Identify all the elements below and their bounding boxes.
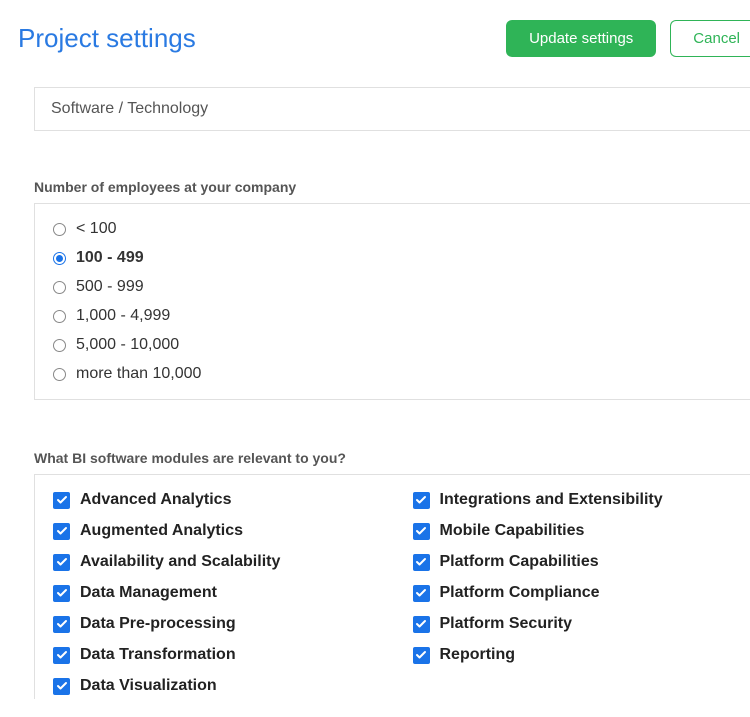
module-checkbox-item[interactable]: Availability and Scalability bbox=[53, 553, 373, 571]
checkbox-icon bbox=[53, 647, 70, 664]
checkbox-icon bbox=[413, 647, 430, 664]
checkbox-label: Platform Security bbox=[440, 615, 572, 633]
radio-icon bbox=[53, 252, 66, 265]
page-title: Project settings bbox=[18, 23, 196, 54]
checkbox-label: Reporting bbox=[440, 646, 516, 664]
checkbox-label: Data Transformation bbox=[80, 646, 236, 664]
employees-radio-option[interactable]: 1,000 - 4,999 bbox=[53, 307, 732, 325]
employees-radio-option[interactable]: < 100 bbox=[53, 220, 732, 238]
update-settings-button[interactable]: Update settings bbox=[506, 20, 656, 57]
employees-radio-option[interactable]: more than 10,000 bbox=[53, 365, 732, 383]
checkbox-icon bbox=[53, 492, 70, 509]
checkbox-icon bbox=[53, 585, 70, 602]
checkbox-icon bbox=[53, 523, 70, 540]
checkbox-label: Augmented Analytics bbox=[80, 522, 243, 540]
radio-icon bbox=[53, 223, 66, 236]
module-checkbox-item[interactable]: Data Transformation bbox=[53, 646, 373, 664]
radio-label: < 100 bbox=[76, 220, 116, 238]
checkbox-icon bbox=[53, 554, 70, 571]
module-checkbox-item[interactable]: Advanced Analytics bbox=[53, 491, 373, 509]
checkbox-label: Data Visualization bbox=[80, 677, 217, 695]
module-checkbox-item[interactable]: Mobile Capabilities bbox=[413, 522, 733, 540]
employees-radio-group: < 100 100 - 499 500 - 999 1,000 - 4,999 5,00… bbox=[53, 220, 732, 383]
checkbox-label: Platform Capabilities bbox=[440, 553, 599, 571]
checkbox-icon bbox=[413, 523, 430, 540]
radio-icon bbox=[53, 368, 66, 381]
module-checkbox-item[interactable]: Data Visualization bbox=[53, 677, 373, 695]
employees-radio-option[interactable]: 5,000 - 10,000 bbox=[53, 336, 732, 354]
checkbox-icon bbox=[413, 616, 430, 633]
checkbox-label: Integrations and Extensibility bbox=[440, 491, 663, 509]
module-checkbox-item[interactable]: Reporting bbox=[413, 646, 733, 664]
checkbox-label: Availability and Scalability bbox=[80, 553, 280, 571]
checkbox-icon bbox=[53, 616, 70, 633]
module-checkbox-item[interactable]: Data Management bbox=[53, 584, 373, 602]
radio-label: 5,000 - 10,000 bbox=[76, 336, 179, 354]
cancel-button[interactable]: Cancel bbox=[670, 20, 750, 57]
checkbox-label: Advanced Analytics bbox=[80, 491, 231, 509]
checkbox-icon bbox=[413, 554, 430, 571]
modules-column-right: Integrations and Extensibility Mobile Cap… bbox=[413, 491, 733, 695]
modules-panel: Advanced Analytics Augmented Analytics Ava… bbox=[34, 474, 750, 699]
module-checkbox-item[interactable]: Augmented Analytics bbox=[53, 522, 373, 540]
radio-icon bbox=[53, 281, 66, 294]
employees-panel: < 100 100 - 499 500 - 999 1,000 - 4,999 5,00… bbox=[34, 203, 750, 400]
modules-column-left: Advanced Analytics Augmented Analytics Ava… bbox=[53, 491, 373, 695]
radio-label: 500 - 999 bbox=[76, 278, 144, 296]
employees-radio-option[interactable]: 100 - 499 bbox=[53, 249, 732, 267]
module-checkbox-item[interactable]: Data Pre-processing bbox=[53, 615, 373, 633]
checkbox-icon bbox=[413, 585, 430, 602]
checkbox-label: Platform Compliance bbox=[440, 584, 600, 602]
checkbox-icon bbox=[413, 492, 430, 509]
radio-label: 1,000 - 4,999 bbox=[76, 307, 170, 325]
module-checkbox-item[interactable]: Integrations and Extensibility bbox=[413, 491, 733, 509]
industry-select[interactable]: Software / Technology bbox=[34, 87, 750, 131]
checkbox-label: Data Management bbox=[80, 584, 217, 602]
checkbox-label: Data Pre-processing bbox=[80, 615, 236, 633]
industry-selected-value: Software / Technology bbox=[51, 100, 208, 117]
employees-radio-option[interactable]: 500 - 999 bbox=[53, 278, 732, 296]
checkbox-icon bbox=[53, 678, 70, 695]
module-checkbox-item[interactable]: Platform Capabilities bbox=[413, 553, 733, 571]
module-checkbox-item[interactable]: Platform Compliance bbox=[413, 584, 733, 602]
modules-section-label: What BI software modules are relevant to… bbox=[34, 450, 750, 466]
radio-icon bbox=[53, 339, 66, 352]
checkbox-label: Mobile Capabilities bbox=[440, 522, 585, 540]
employees-section-label: Number of employees at your company bbox=[34, 179, 750, 195]
module-checkbox-item[interactable]: Platform Security bbox=[413, 615, 733, 633]
radio-label: 100 - 499 bbox=[76, 249, 144, 267]
radio-icon bbox=[53, 310, 66, 323]
header-buttons: Update settings Cancel bbox=[506, 20, 750, 57]
radio-label: more than 10,000 bbox=[76, 365, 201, 383]
